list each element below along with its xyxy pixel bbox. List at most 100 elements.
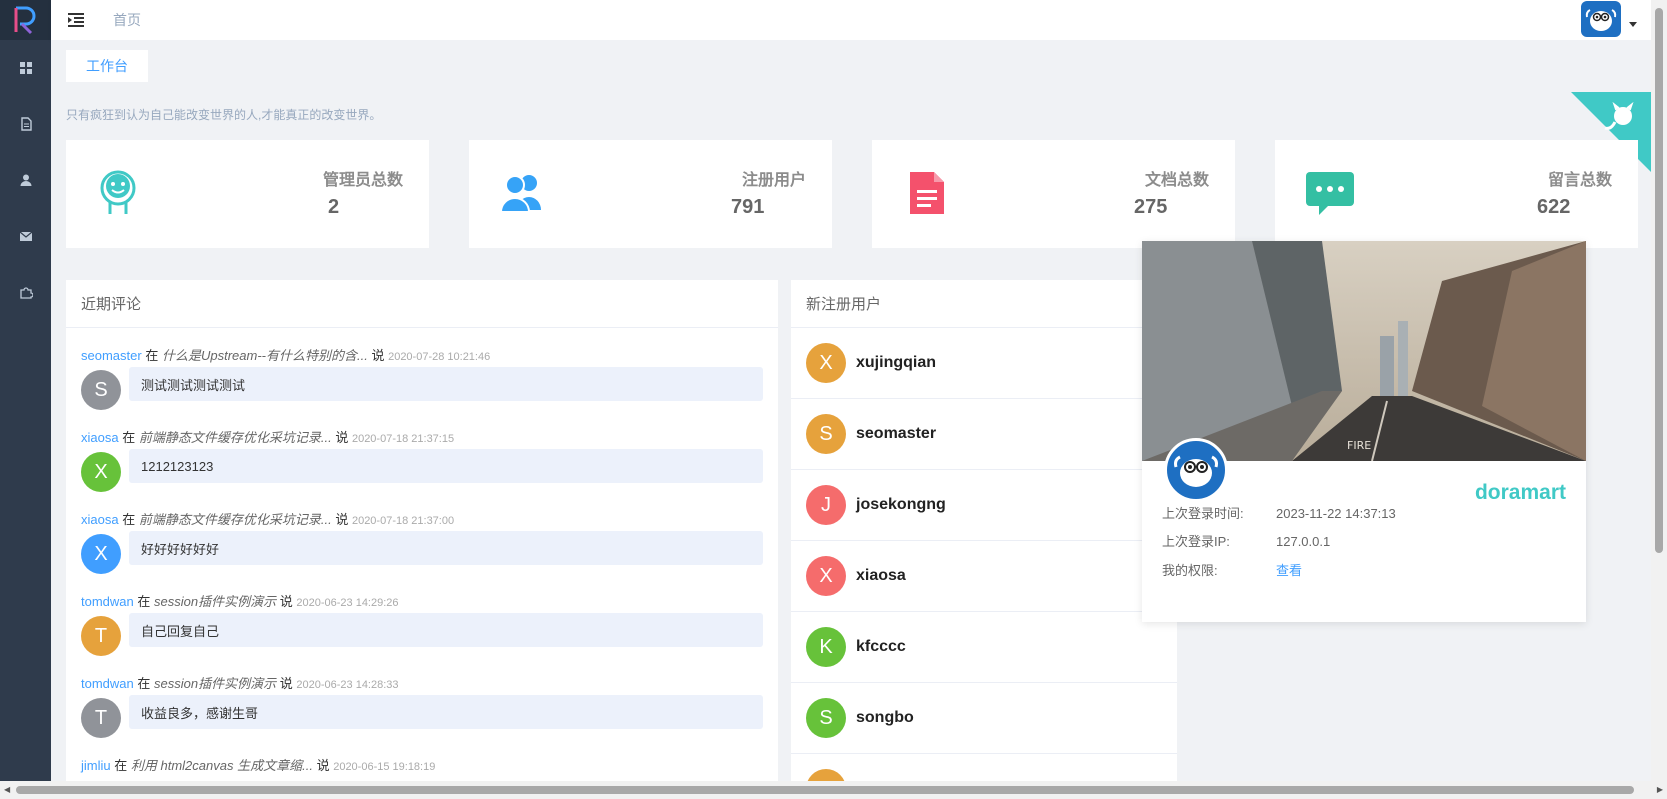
comment-article-link[interactable]: 前端静态文件缓存优化采坑记录... [139, 512, 332, 527]
last-login-time-row: 上次登录时间: 2023-11-22 14:37:13 [1162, 503, 1396, 522]
comment-time: 2020-07-18 21:37:15 [351, 433, 455, 445]
profile-cover-image: FIRE [1142, 241, 1586, 461]
dashboard-icon[interactable] [0, 40, 51, 96]
last-login-ip-row: 上次登录IP: 127.0.0.1 [1162, 531, 1330, 550]
user-name: xujingqian [856, 354, 936, 371]
comment-article-link[interactable]: session插件实例演示 [154, 594, 276, 609]
list-item[interactable]: K kfcccc [791, 612, 1177, 683]
stat-label: 留言总数 [1547, 172, 1612, 189]
breadcrumb-home[interactable]: 首页 [113, 10, 141, 30]
value: 2023-11-22 14:37:13 [1276, 506, 1396, 521]
tab-workbench[interactable]: 工作台 [66, 50, 148, 82]
sidebar [0, 0, 51, 781]
new-users-panel: 新注册用户 X xujingqian S seomaster J josekon… [791, 280, 1177, 781]
list-item[interactable]: X xujingqian [791, 328, 1177, 399]
avatar: X [806, 343, 846, 383]
scroll-left-icon[interactable]: ◀ [4, 785, 10, 794]
comment-article-link[interactable]: 前端静态文件缓存优化采坑记录... [139, 430, 332, 445]
avatar: X [81, 534, 121, 574]
menu-fold-icon[interactable] [67, 10, 87, 30]
stat-card-documents[interactable]: 文档总数 275 [872, 140, 1235, 248]
label: 上次登录IP: [1162, 534, 1230, 549]
comment-article-link[interactable]: 利用 html2canvas 生成文章缩... [131, 758, 313, 773]
say-word: 说 [279, 676, 293, 691]
comment-article-link[interactable]: 什么是Upstream--有什么特别的含... [162, 348, 368, 363]
recent-comments-panel: 近期评论 seomaster 在 什么是Upstream--有什么特别的含...… [66, 280, 778, 781]
comment-article-link[interactable]: session插件实例演示 [154, 676, 276, 691]
comment-content: 1212123123 [129, 449, 763, 483]
in-word: 在 [122, 430, 136, 445]
horizontal-scrollbar[interactable]: ◀ ▶ [0, 781, 1667, 799]
user-name: seomaster [856, 425, 937, 442]
user-name: songbo [856, 709, 914, 726]
avatar: S [806, 698, 846, 738]
app-logo[interactable] [0, 0, 51, 40]
user-nav-icon[interactable] [0, 152, 51, 208]
user-name: kfcccc [856, 638, 906, 655]
motto-text: 只有疯狂到认为自己能改变世界的人,才能真正的改变世界。 [66, 108, 382, 122]
comment-item: jimliu 在 利用 html2canvas 生成文章缩... 说 2020-… [81, 755, 763, 774]
plugin-nav-icon[interactable] [0, 264, 51, 320]
comment-user-link[interactable]: seomaster [81, 348, 142, 363]
comment-time: 2020-07-18 21:37:00 [351, 515, 455, 527]
comment-user-link[interactable]: xiaosa [81, 430, 119, 445]
stat-value: 2 [328, 196, 340, 218]
profile-card: FIRE doramart 上次登录时间: 2023-11-22 14:37:13… [1142, 241, 1586, 622]
stat-card-admins[interactable]: 管理员总数 2 [66, 140, 429, 248]
document-icon [902, 168, 952, 218]
comment-content: 收益良多，感谢生哥 [129, 695, 763, 729]
comment-user-link[interactable]: tomdwan [81, 676, 134, 691]
user-avatar[interactable] [1581, 1, 1621, 37]
people-icon [499, 168, 549, 218]
mail-nav-icon[interactable] [0, 208, 51, 264]
profile-name: doramart [1474, 481, 1566, 504]
comment-content: 好好好好好好 [129, 531, 763, 565]
stat-label: 注册用户 [741, 172, 806, 189]
comment-time: 2020-07-28 10:21:46 [388, 351, 491, 363]
in-word: 在 [114, 758, 128, 773]
comment-item: tomdwan 在 session插件实例演示 说 2020-06-23 14:… [81, 591, 763, 656]
comment-user-link[interactable]: xiaosa [81, 512, 119, 527]
stat-value: 622 [1537, 196, 1571, 218]
avatar [806, 769, 846, 781]
stat-value: 791 [731, 196, 765, 218]
vertical-scrollbar[interactable] [1651, 0, 1667, 781]
comment-item: xiaosa 在 前端静态文件缓存优化采坑记录... 说 2020-07-18 … [81, 509, 763, 574]
list-item[interactable]: J josekongng [791, 470, 1177, 541]
svg-text:FIRE: FIRE [1347, 439, 1371, 452]
comment-list: seomaster 在 什么是Upstream--有什么特别的含... 说 20… [66, 345, 778, 774]
avatar: S [81, 370, 121, 410]
scroll-right-icon[interactable]: ▶ [1657, 785, 1663, 794]
say-word: 说 [371, 348, 385, 363]
comment-user-link[interactable]: tomdwan [81, 594, 134, 609]
list-item[interactable]: S songbo [791, 683, 1177, 754]
stat-label: 文档总数 [1144, 172, 1209, 189]
say-word: 说 [335, 512, 349, 527]
say-word: 说 [316, 758, 330, 773]
say-word: 说 [335, 430, 349, 445]
robot-icon [96, 168, 146, 218]
in-word: 在 [145, 348, 159, 363]
scroll-thumb[interactable] [1655, 8, 1663, 553]
list-item[interactable]: X xiaosa [791, 541, 1177, 612]
list-item[interactable]: S seomaster [791, 399, 1177, 470]
message-icon [1305, 168, 1355, 218]
stat-card-users[interactable]: 注册用户 791 [469, 140, 832, 248]
profile-avatar[interactable] [1164, 438, 1228, 502]
permission-row: 我的权限: 查看 [1162, 560, 1302, 579]
stat-label: 管理员总数 [322, 172, 403, 189]
avatar: T [81, 616, 121, 656]
document-nav-icon[interactable] [0, 96, 51, 152]
comment-user-link[interactable]: jimliu [81, 758, 111, 773]
list-item[interactable] [791, 754, 1177, 781]
panel-title: 近期评论 [66, 280, 778, 328]
say-word: 说 [279, 594, 293, 609]
user-name: josekongng [856, 496, 946, 513]
label: 我的权限: [1162, 563, 1218, 578]
scroll-thumb[interactable] [16, 786, 1634, 794]
stat-value: 275 [1134, 196, 1168, 218]
view-permission-link[interactable]: 查看 [1276, 563, 1302, 578]
chevron-down-icon[interactable] [1629, 22, 1637, 27]
label: 上次登录时间: [1162, 506, 1244, 521]
stat-card-messages[interactable]: 留言总数 622 [1275, 140, 1638, 248]
